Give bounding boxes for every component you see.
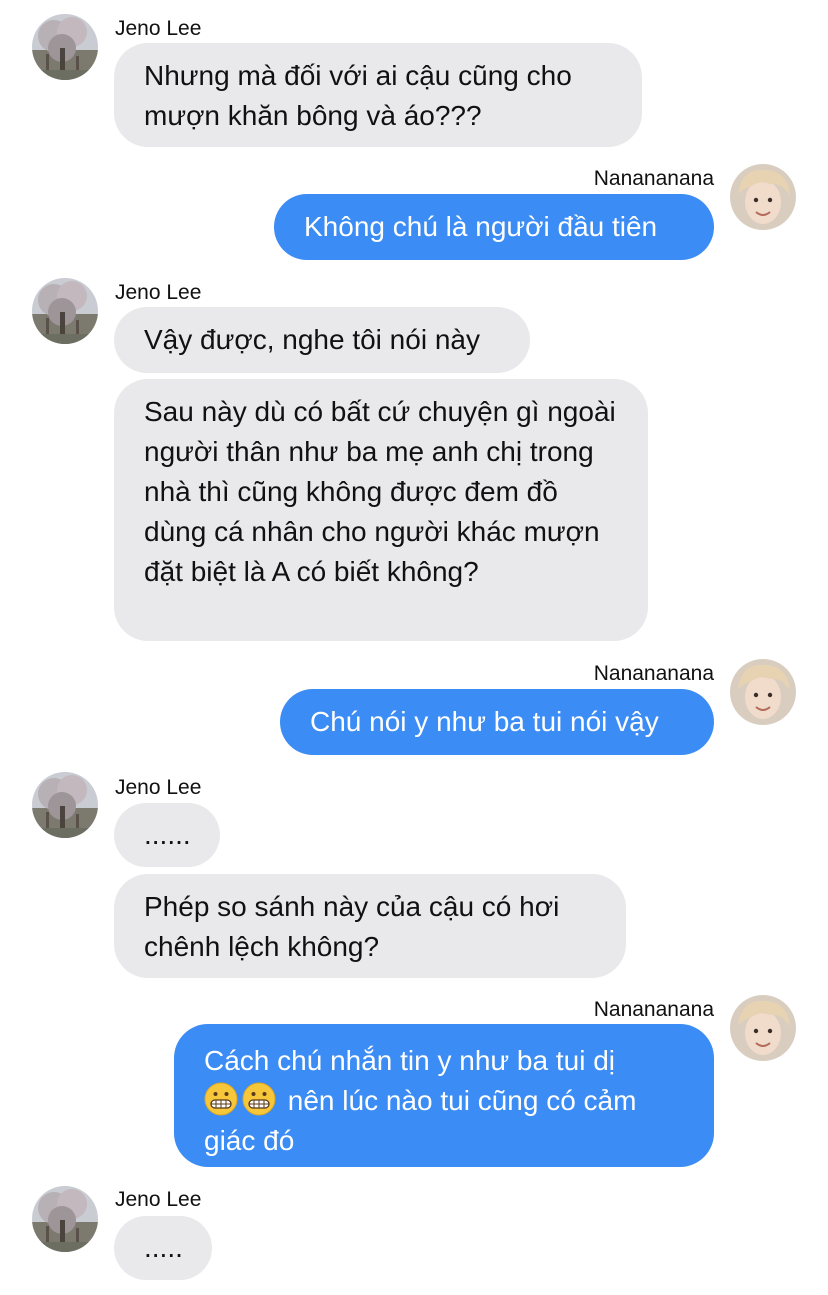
message-text: ..... (144, 1232, 183, 1263)
message-text: Vậy được, nghe tôi nói này (144, 324, 480, 355)
sender-name: Jeno Lee (115, 281, 202, 304)
message-text: Phép so sánh này của cậu có hơi chênh lệ… (144, 891, 560, 962)
message-bubble[interactable]: Vậy được, nghe tôi nói này (114, 307, 530, 373)
message-bubble[interactable]: Không chú là người đầu tiên (274, 194, 714, 260)
nanananana-avatar[interactable] (730, 995, 796, 1061)
message-bubble[interactable]: Cách chú nhắn tin y như ba tui dị nên lú… (174, 1024, 714, 1167)
message-bubble[interactable]: ...... (114, 803, 220, 867)
message-text: ...... (144, 819, 191, 850)
sender-name: Nanananana (593, 998, 714, 1021)
jeno-lee-avatar[interactable] (32, 772, 98, 838)
message-bubble[interactable]: Chú nói y như ba tui nói vậy (280, 689, 714, 755)
grimacing-face-icon (242, 1082, 276, 1116)
jeno-lee-avatar[interactable] (32, 278, 98, 344)
jeno-lee-avatar[interactable] (32, 14, 98, 80)
message-text: Chú nói y như ba tui nói vậy (310, 706, 659, 737)
sender-name: Nanananana (593, 662, 714, 685)
message-bubble[interactable]: ..... (114, 1216, 212, 1280)
nanananana-avatar[interactable] (730, 164, 796, 230)
sender-name: Nanananana (593, 167, 714, 190)
sender-name: Jeno Lee (115, 17, 202, 40)
sender-name: Jeno Lee (115, 1188, 202, 1211)
jeno-lee-avatar[interactable] (32, 1186, 98, 1252)
message-bubble[interactable]: Phép so sánh này của cậu có hơi chênh lệ… (114, 874, 626, 978)
message-bubble[interactable]: Sau này dù có bất cứ chuyện gì ngoài ngư… (114, 379, 648, 641)
message-text-line1: Cách chú nhắn tin y như ba tui dị (204, 1045, 616, 1076)
message-text: Không chú là người đầu tiên (304, 211, 658, 242)
nanananana-avatar[interactable] (730, 659, 796, 725)
grimacing-face-icon (204, 1082, 238, 1116)
message-text: Sau này dù có bất cứ chuyện gì ngoài ngư… (144, 396, 616, 587)
message-bubble[interactable]: Nhưng mà đối với ai cậu cũng cho mượn kh… (114, 43, 642, 147)
sender-name: Jeno Lee (115, 776, 202, 799)
message-text: Nhưng mà đối với ai cậu cũng cho mượn kh… (144, 60, 572, 131)
